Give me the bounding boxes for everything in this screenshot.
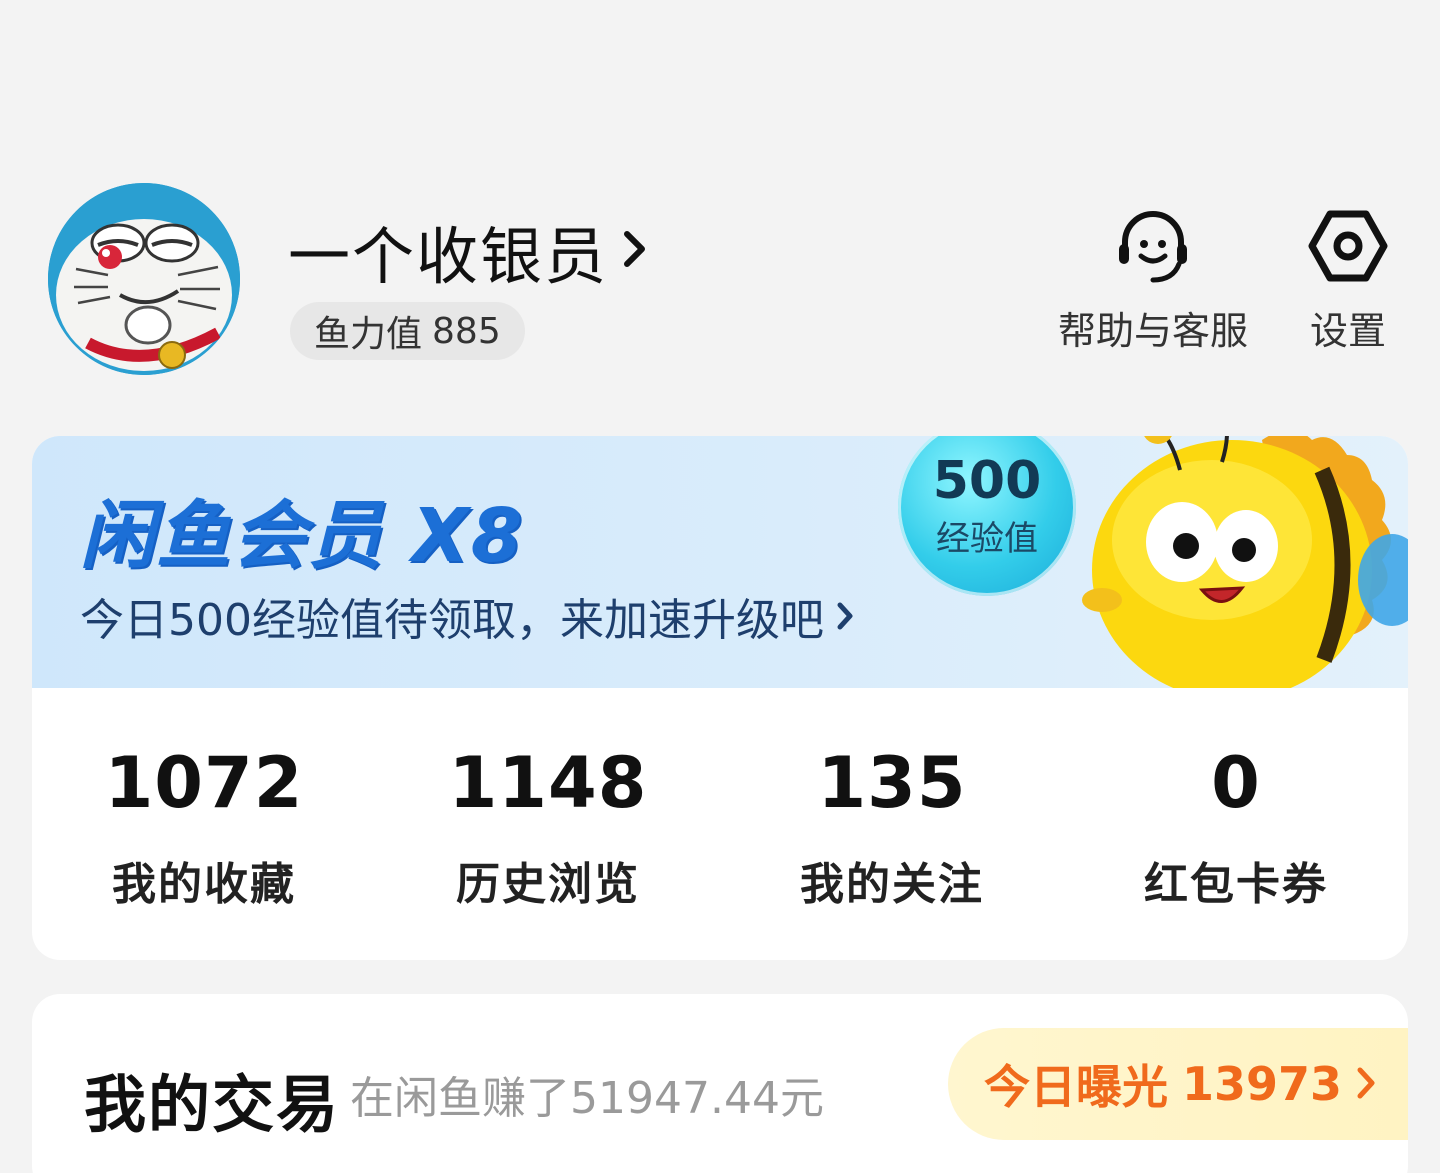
trade-card: 我的交易 在闲鱼赚了51947.44元 今日曝光 13973 — [32, 994, 1408, 1173]
trade-title: 我的交易 — [84, 1068, 341, 1141]
settings-label: 设置 — [1309, 309, 1386, 353]
help-service-label: 帮助与客服 — [1058, 309, 1249, 353]
member-subtitle: 今日500经验值待领取，来加速升级吧 — [80, 595, 824, 646]
avatar[interactable] — [48, 183, 240, 375]
stat-following[interactable]: 135 我的关注 — [720, 688, 1064, 960]
stat-label: 历史浏览 — [456, 859, 640, 910]
settings-button[interactable]: 设置 — [1306, 204, 1390, 355]
exp-bubble[interactable]: 500 经验值 — [898, 436, 1076, 596]
member-subtitle-link: 今日500经验值待领取，来加速升级吧 — [80, 584, 854, 648]
exp-bubble-unit: 经验值 — [936, 518, 1038, 559]
headset-smile-icon — [1111, 204, 1195, 288]
chevron-right-icon — [1356, 1057, 1376, 1111]
profile-card: 闲鱼会员 X8 今日500经验值待领取，来加速升级吧 500 经验值 1072 … — [32, 436, 1408, 960]
hexagon-gear-icon — [1306, 204, 1390, 288]
stat-value: 1072 — [104, 742, 304, 824]
trade-earnings: 在闲鱼赚了51947.44元 — [350, 1073, 824, 1124]
stat-label: 我的关注 — [800, 859, 984, 910]
fish-power-value: 885 — [432, 310, 501, 352]
stat-label: 我的收藏 — [112, 859, 296, 910]
stats-row: 1072 我的收藏 1148 历史浏览 135 我的关注 0 红包卡券 — [32, 688, 1408, 960]
stat-value: 1148 — [448, 742, 648, 824]
fish-power-label: 鱼力值 — [314, 314, 423, 355]
stat-value: 0 — [1211, 742, 1261, 824]
exp-bubble-value: 500 — [932, 450, 1042, 511]
help-service-button[interactable]: 帮助与客服 — [1058, 204, 1248, 355]
today-exposure-button[interactable]: 今日曝光 13973 — [948, 1028, 1408, 1140]
stat-label: 红包卡券 — [1144, 859, 1328, 910]
stat-coupons[interactable]: 0 红包卡券 — [1064, 688, 1408, 960]
stat-value: 135 — [817, 742, 967, 824]
avatar-image — [48, 183, 240, 375]
stat-favorites[interactable]: 1072 我的收藏 — [32, 688, 376, 960]
member-title: 闲鱼会员 X8 — [80, 493, 525, 579]
fish-power-badge[interactable]: 鱼力值 885 — [290, 302, 525, 360]
chevron-right-icon — [836, 591, 854, 642]
member-banner[interactable]: 闲鱼会员 X8 今日500经验值待领取，来加速升级吧 500 经验值 — [32, 436, 1408, 688]
chevron-right-icon — [622, 229, 648, 273]
stat-history[interactable]: 1148 历史浏览 — [376, 688, 720, 960]
exposure-label: 今日曝光 — [984, 1060, 1168, 1114]
profile-name-link[interactable]: 一个收银员 — [288, 206, 648, 296]
fish-mascot-image — [1082, 436, 1408, 688]
user-name: 一个收银员 — [288, 220, 609, 293]
exposure-value: 13973 — [1182, 1057, 1343, 1111]
